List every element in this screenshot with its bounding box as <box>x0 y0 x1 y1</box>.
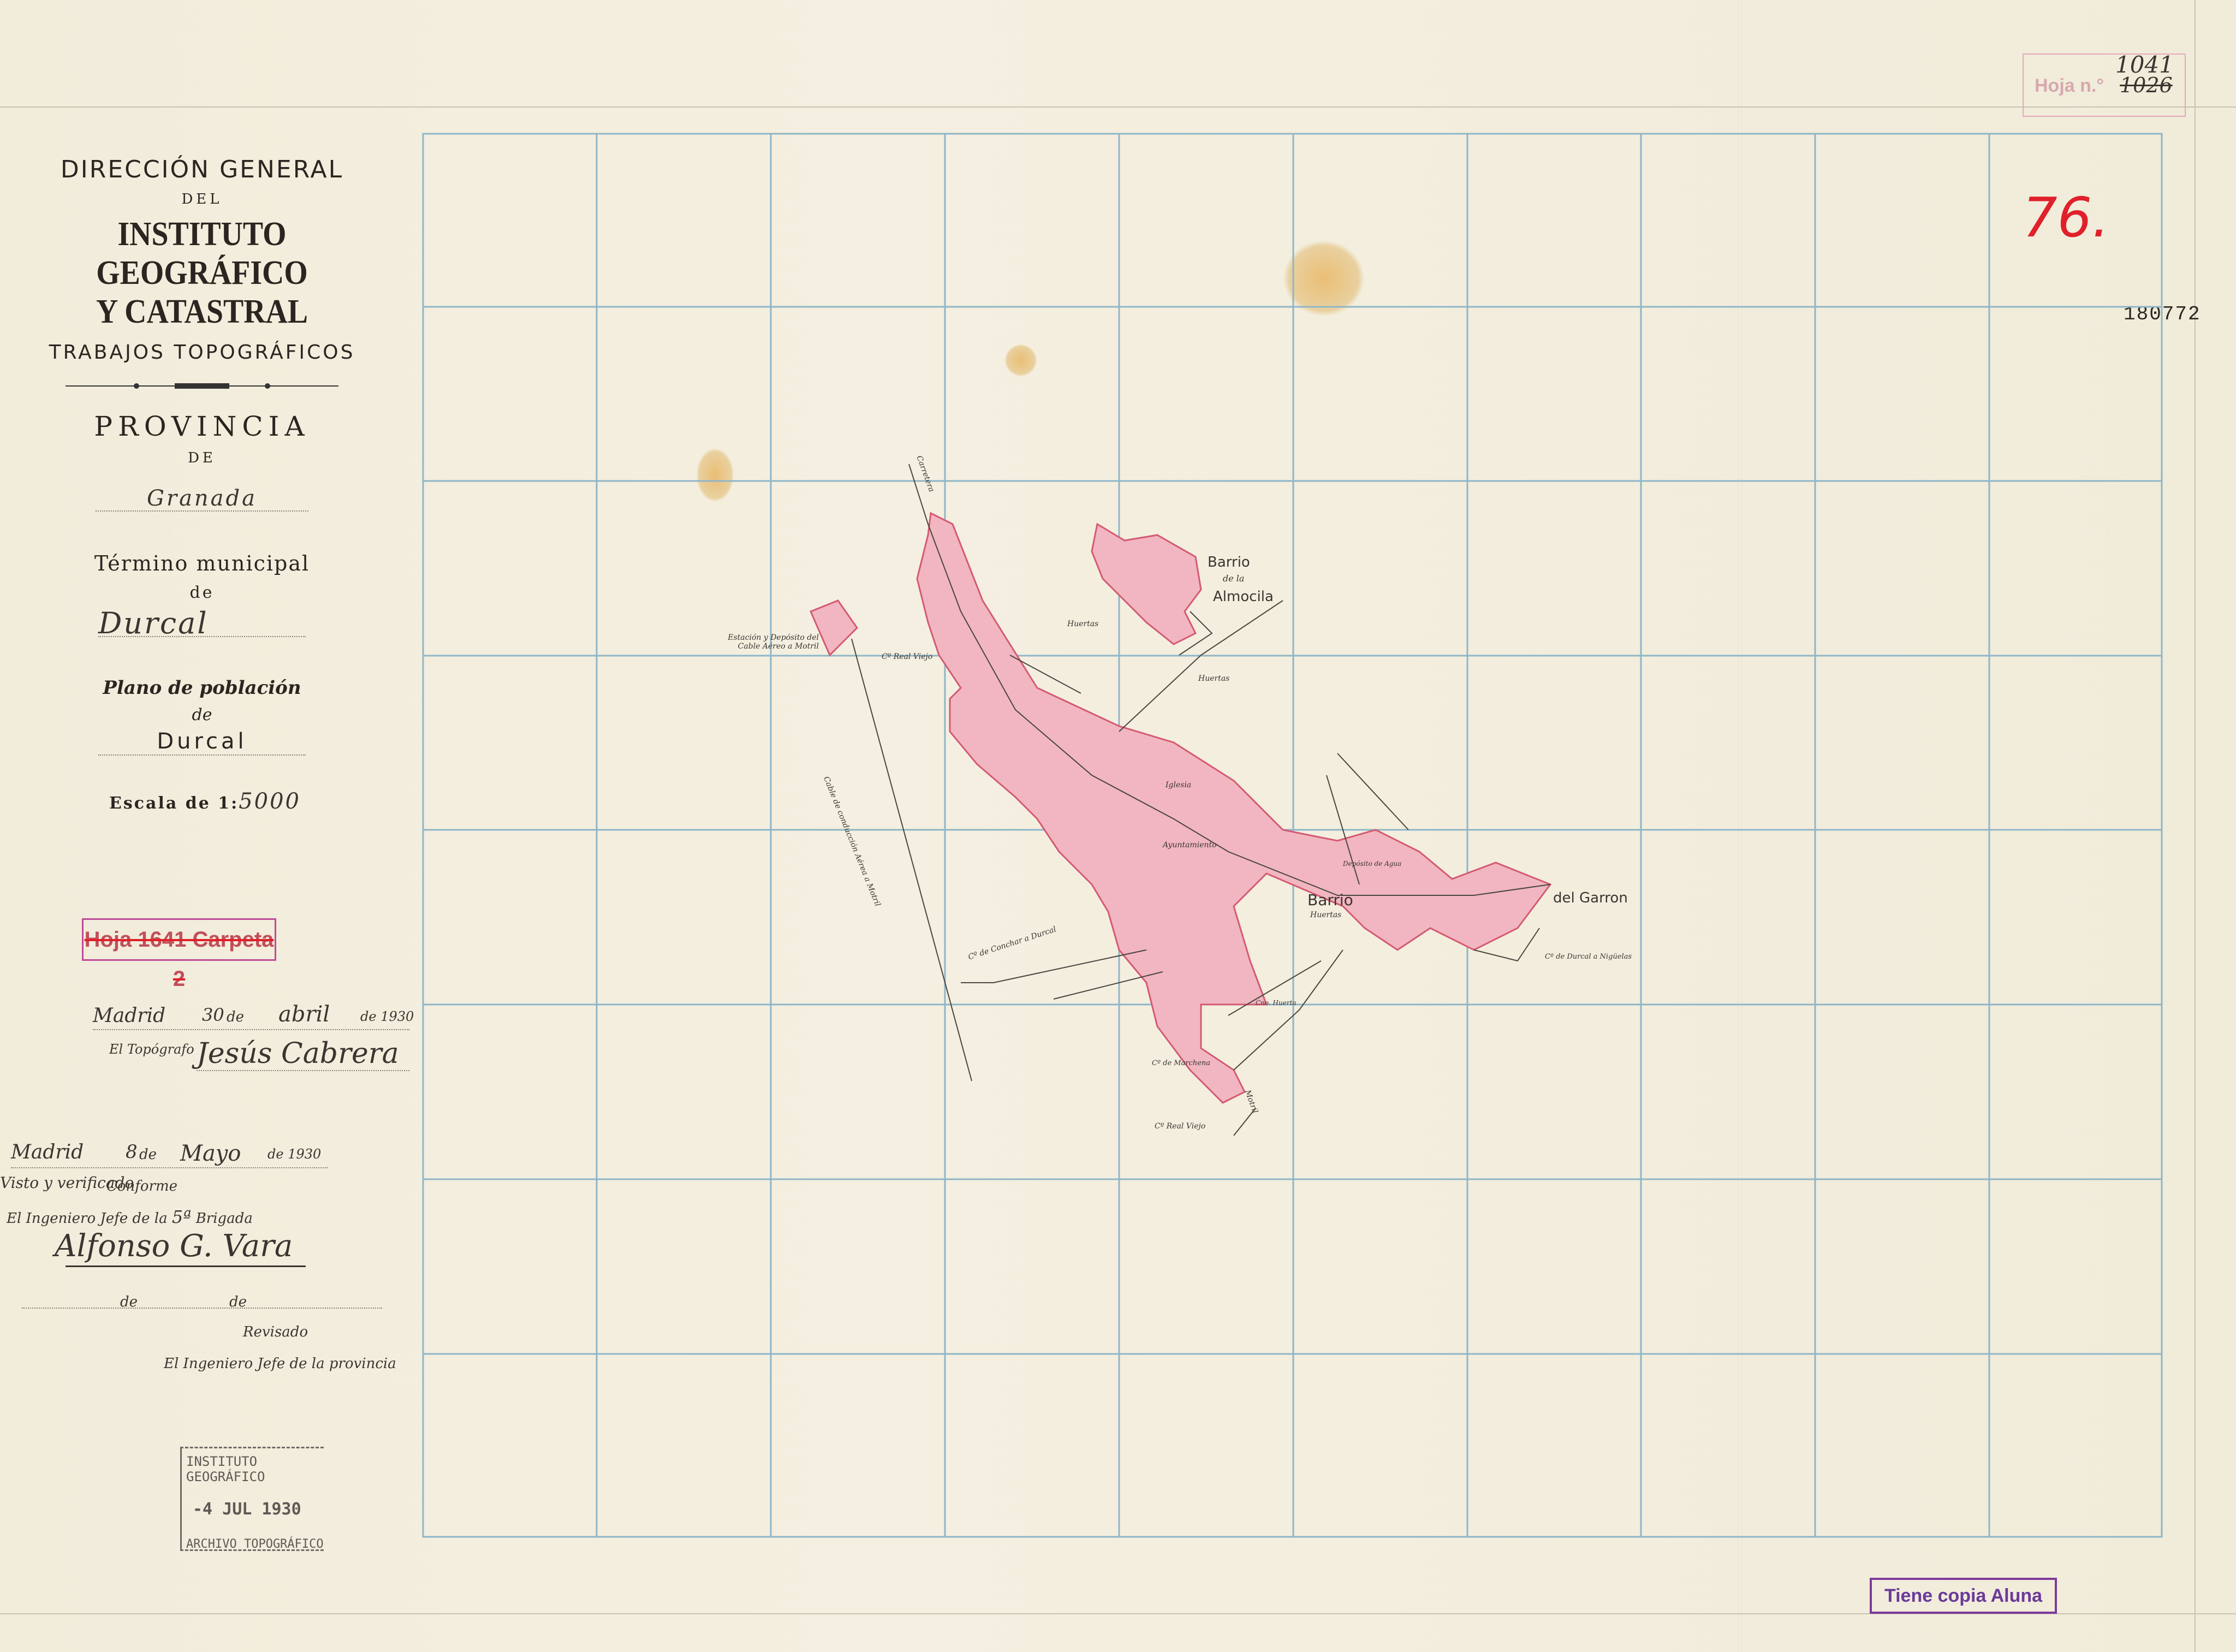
settlement-almocila <box>1091 522 1202 645</box>
label-huertas-3: Huertas <box>1310 911 1342 919</box>
label-huertas-2: Huertas <box>1198 674 1230 683</box>
label-deposito: Depósito de Agua <box>1343 860 1402 867</box>
label-barrio-almocila-2: de la <box>1223 573 1245 584</box>
label-huertas-1: Huertas <box>1067 620 1099 628</box>
label-barrio-almocila-1: Barrio <box>1208 554 1250 571</box>
label-iglesia: Iglesia <box>1165 781 1192 789</box>
map-canvas <box>422 133 2163 1538</box>
label-camino-real-2: Cº Real Viejo <box>1155 1122 1206 1131</box>
road-e2 <box>1337 753 1409 830</box>
label-barrio-almocila-3: Almocila <box>1213 589 1274 605</box>
label-cno-marchena: Cº de Marchena <box>1152 1059 1211 1067</box>
label-barrio-garron-2: del Garron <box>1553 890 1628 906</box>
label-estacion: Estación y Depósito del Cable Aéreo a Mo… <box>728 633 819 651</box>
label-cno-huerta: Cno. Huerta <box>1256 999 1297 1007</box>
label-camino-real: Cº Real Viejo <box>882 652 933 661</box>
label-cno-durcal-niguelas: Cº de Durcal a Nigüelas <box>1545 953 1632 961</box>
label-barrio-garron-1: Barrio <box>1307 891 1353 909</box>
settlement <box>810 512 1552 1104</box>
map-sheet: DIRECCIÓN GENERAL DEL INSTITUTO GEOGRÁFI… <box>0 0 2236 1652</box>
label-ayuntamiento: Ayuntamiento <box>1163 841 1217 849</box>
